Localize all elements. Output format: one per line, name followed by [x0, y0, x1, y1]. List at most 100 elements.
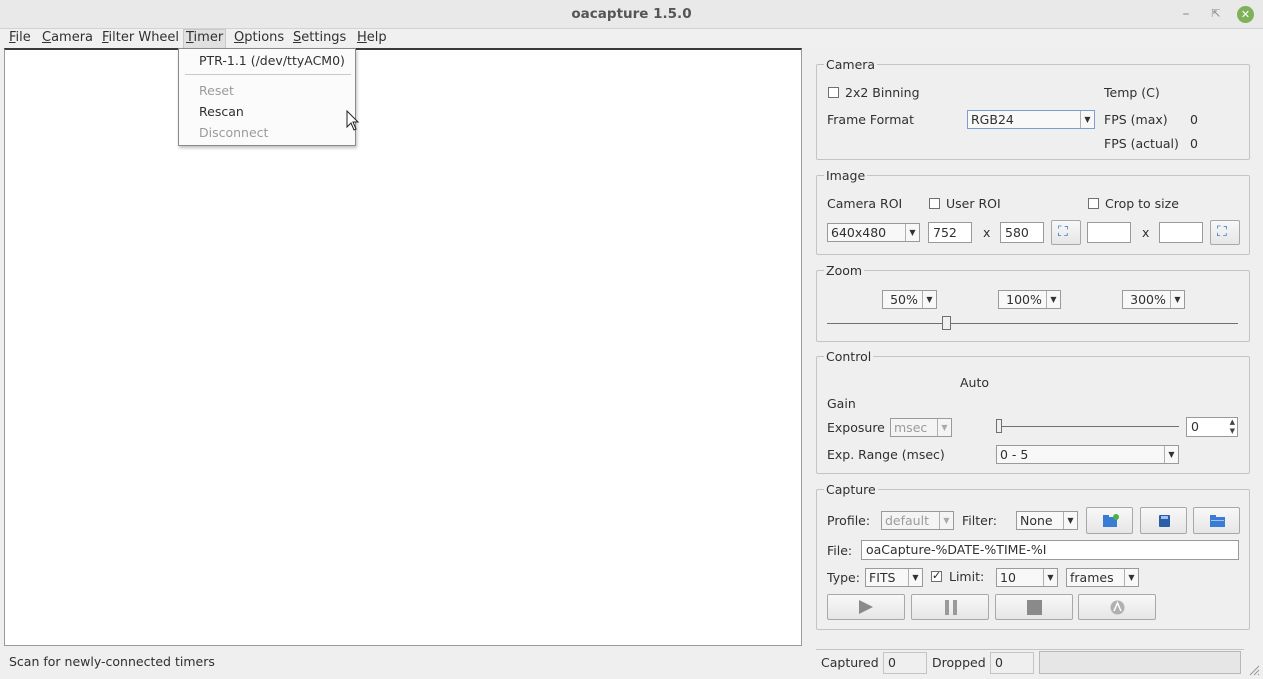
capture-progress-bar	[1039, 651, 1241, 674]
crop-x-separator: x	[1142, 225, 1150, 240]
menu-help[interactable]: Help	[357, 30, 387, 45]
image-group	[816, 175, 1250, 255]
file-type-select[interactable]: FITS ▼	[865, 568, 923, 587]
chevron-down-icon: ▼	[1124, 569, 1138, 586]
zoom-300-select[interactable]: 300% ▼	[1122, 290, 1185, 309]
zoom-100-select[interactable]: 100% ▼	[998, 290, 1061, 309]
zoom-group-title: Zoom	[824, 263, 865, 278]
fps-actual-label: FPS (actual)	[1104, 136, 1179, 151]
limit-label: Limit:	[949, 569, 985, 584]
pause-capture-button[interactable]	[911, 594, 989, 620]
roi-select[interactable]: 640x480 ▼	[827, 223, 920, 242]
binning-label: 2x2 Binning	[845, 85, 920, 100]
menu-separator	[185, 74, 351, 75]
open-folder-button[interactable]	[1193, 507, 1240, 534]
stop-capture-button[interactable]	[995, 594, 1073, 620]
menu-filter-wheel[interactable]: Filter Wheel	[102, 30, 179, 45]
crop-width-input[interactable]	[1087, 222, 1131, 243]
camera-group-title: Camera	[824, 57, 878, 72]
timer-dropdown-menu: PTR-1.1 (/dev/ttyACM0) Reset Rescan Disc…	[178, 48, 356, 146]
dropped-label: Dropped	[932, 655, 986, 670]
crop-fit-button[interactable]: ⛶	[1210, 220, 1240, 245]
disk-icon	[1159, 515, 1170, 527]
roi-x-separator: x	[983, 225, 991, 240]
timer-reset-item: Reset	[199, 83, 234, 98]
camera-roi-label: Camera ROI	[827, 196, 903, 211]
autorun-button[interactable]	[1078, 594, 1156, 620]
roi-fit-button[interactable]: ⛶	[1051, 220, 1081, 245]
chevron-down-icon: ▼	[1046, 291, 1060, 308]
zoom-50-select[interactable]: 50% ▼	[882, 290, 937, 309]
frame-format-select[interactable]: RGB24 ▼	[967, 110, 1095, 129]
resize-grip-icon[interactable]	[1248, 664, 1260, 676]
roi-height-input[interactable]: 580	[1000, 222, 1044, 243]
user-roi-checkbox[interactable]	[929, 198, 940, 209]
fullscreen-icon: ⛶	[1058, 224, 1068, 240]
type-label: Type:	[827, 570, 860, 585]
chevron-down-icon: ▼	[939, 512, 953, 529]
fps-max-label: FPS (max)	[1104, 112, 1168, 127]
folder-icon	[1210, 515, 1225, 527]
chevron-down-icon: ▼	[1080, 111, 1094, 128]
dropped-count: 0	[990, 652, 1034, 674]
crop-checkbox[interactable]	[1088, 198, 1099, 209]
autorun-icon	[1110, 600, 1125, 615]
temp-label: Temp (C)	[1104, 85, 1160, 100]
close-icon[interactable]: ✕	[1237, 6, 1254, 23]
user-roi-label: User ROI	[946, 196, 1001, 211]
menu-settings[interactable]: Settings	[293, 30, 346, 45]
menu-camera[interactable]: Camera	[42, 30, 93, 45]
save-profile-button[interactable]	[1140, 507, 1187, 534]
image-group-title: Image	[824, 168, 868, 183]
file-template-input[interactable]: oaCapture-%DATE-%TIME-%I	[861, 540, 1239, 560]
control-group-title: Control	[824, 349, 874, 364]
new-folder-button[interactable]	[1086, 507, 1133, 534]
start-capture-button[interactable]	[827, 594, 905, 620]
pause-icon	[945, 600, 957, 615]
crop-height-input[interactable]	[1159, 222, 1203, 243]
fps-actual-value: 0	[1190, 136, 1198, 151]
captured-label: Captured	[821, 655, 879, 670]
exposure-label: Exposure	[827, 420, 885, 435]
limit-checkbox[interactable]	[931, 569, 942, 582]
limit-unit-select[interactable]: frames ▼	[1066, 568, 1139, 587]
filter-select[interactable]: None ▼	[1016, 511, 1078, 530]
timer-device-item[interactable]: PTR-1.1 (/dev/ttyACM0)	[199, 53, 345, 68]
exposure-slider-handle[interactable]	[996, 419, 1002, 433]
spin-arrows-icon[interactable]: ▲ ▼	[1230, 418, 1235, 436]
maximize-icon[interactable]: ⇱	[1207, 5, 1225, 23]
zoom-slider-track[interactable]	[827, 323, 1238, 324]
menu-options[interactable]: Options	[234, 30, 284, 45]
stop-icon	[1027, 600, 1042, 615]
zoom-slider-handle[interactable]	[942, 316, 952, 330]
profile-select: default ▼	[881, 511, 954, 530]
chevron-down-icon: ▼	[908, 569, 922, 586]
chevron-down-icon: ▼	[937, 419, 951, 436]
exposure-slider-track[interactable]	[997, 426, 1179, 427]
binning-checkbox[interactable]	[828, 87, 839, 98]
chevron-down-icon: ▼	[922, 291, 936, 308]
chevron-down-icon: ▼	[905, 224, 919, 241]
profile-label: Profile:	[827, 513, 871, 528]
fullscreen-icon: ⛶	[1217, 224, 1227, 240]
menu-timer[interactable]: Timer	[183, 29, 227, 48]
frame-format-label: Frame Format	[827, 112, 914, 127]
capture-group-title: Capture	[824, 482, 878, 497]
roi-width-input[interactable]: 752	[928, 222, 972, 243]
status-message: Scan for newly-connected timers	[9, 654, 215, 669]
title-bar: oacapture 1.5.0 – ⇱ ✕	[0, 0, 1263, 29]
gain-label: Gain	[827, 396, 856, 411]
exposure-value-spinbox[interactable]: 0 ▲ ▼	[1186, 417, 1238, 437]
limit-value-select[interactable]: 10 ▼	[996, 568, 1058, 587]
play-icon	[859, 600, 873, 614]
timer-rescan-item[interactable]: Rescan	[199, 104, 244, 119]
file-label: File:	[827, 543, 853, 558]
auto-label: Auto	[960, 375, 990, 390]
menu-file[interactable]: File	[9, 30, 31, 45]
filter-label: Filter:	[962, 513, 997, 528]
new-folder-icon	[1103, 514, 1119, 527]
minimize-icon[interactable]: –	[1177, 5, 1195, 23]
window-title: oacapture 1.5.0	[571, 6, 692, 22]
preview-pane[interactable]	[4, 48, 802, 646]
exp-range-select[interactable]: 0 - 5 ▼	[996, 445, 1179, 464]
